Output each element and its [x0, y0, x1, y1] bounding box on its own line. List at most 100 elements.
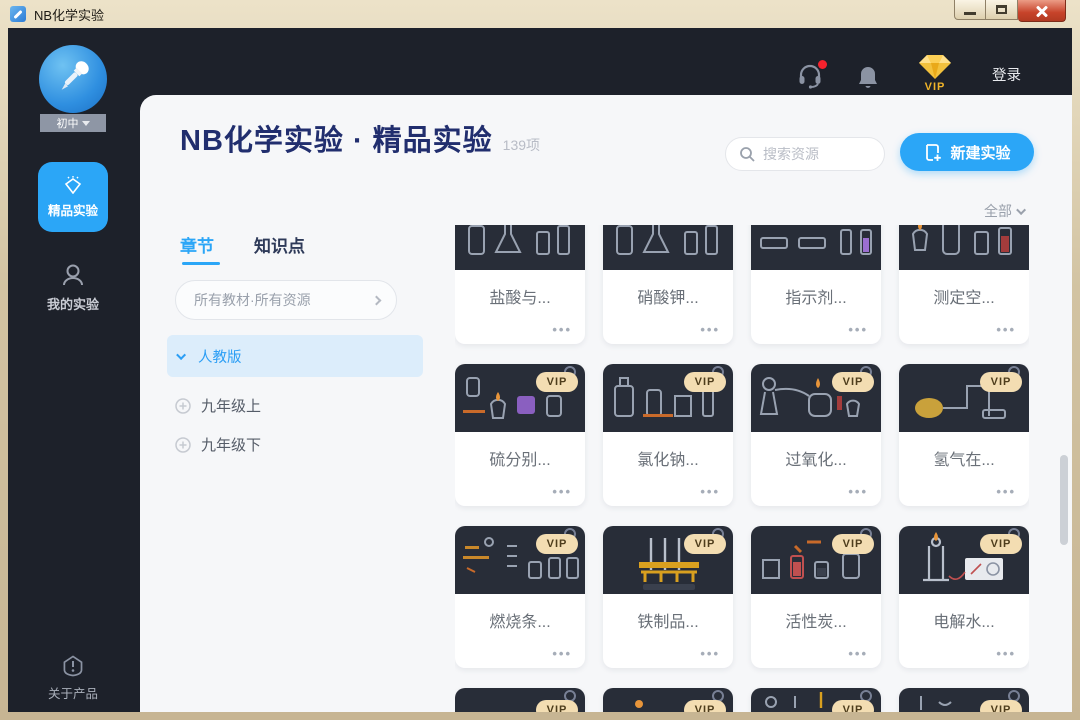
textbook-selector[interactable]: 所有教材·所有资源 — [175, 280, 397, 320]
avatar[interactable] — [39, 45, 107, 113]
circle-plus-icon — [175, 437, 191, 453]
scrollbar-thumb[interactable] — [1060, 455, 1068, 545]
new-experiment-button[interactable]: 新建实验 — [900, 133, 1034, 171]
experiment-card[interactable]: VIP 测定空... ••• — [899, 225, 1029, 344]
support-headset-button[interactable] — [796, 62, 826, 92]
experiment-thumbnail: VIP — [751, 526, 881, 594]
circle-plus-icon — [175, 398, 191, 414]
vip-badge: VIP — [536, 700, 578, 712]
chevron-down-icon — [1016, 205, 1026, 215]
experiment-card[interactable]: VIP 铁制品... ••• — [603, 526, 733, 668]
vip-badge: VIP — [536, 534, 578, 554]
experiment-title: 铁制品... — [603, 594, 733, 632]
more-button[interactable]: ••• — [552, 484, 572, 499]
close-button[interactable] — [1018, 0, 1066, 22]
tree-node-label: 九年级下 — [201, 434, 261, 455]
experiment-thumbnail: VIP — [603, 526, 733, 594]
experiment-card[interactable]: VIP 电解水... ••• — [899, 526, 1029, 668]
tree-node-pep-edition[interactable]: 人教版 — [167, 335, 423, 377]
more-button[interactable]: ••• — [848, 322, 868, 337]
experiment-card[interactable]: VIP 硫分别... ••• — [455, 364, 585, 506]
experiment-card-partial[interactable]: VIP — [899, 688, 1029, 712]
more-button[interactable]: ••• — [996, 322, 1016, 337]
titlebar: NB化学实验 — [0, 0, 1080, 28]
experiment-card-partial[interactable]: VIP — [603, 688, 733, 712]
equipment-illustration — [603, 225, 733, 270]
maximize-button[interactable] — [986, 0, 1018, 20]
experiment-title: 燃烧条... — [455, 594, 585, 632]
experiment-title: 氢气在... — [899, 432, 1029, 470]
tree-node-grade9-second[interactable]: 九年级下 — [175, 434, 261, 455]
experiment-thumbnail: VIP — [899, 526, 1029, 594]
vip-diamond-icon — [917, 54, 953, 80]
more-button[interactable]: ••• — [700, 646, 720, 661]
experiment-card[interactable]: VIP 氢气在... ••• — [899, 364, 1029, 506]
experiment-card[interactable]: VIP 燃烧条... ••• — [455, 526, 585, 668]
notifications-button[interactable] — [856, 65, 880, 91]
new-experiment-icon — [923, 143, 942, 162]
more-button[interactable]: ••• — [700, 322, 720, 337]
experiment-thumbnail: VIP — [603, 225, 733, 270]
sidebar-item-about-product[interactable]: 关于产品 — [38, 654, 108, 702]
experiment-thumbnail: VIP — [455, 526, 585, 594]
tree-node-label: 九年级上 — [201, 395, 261, 416]
card-body: 活性炭... ••• — [751, 594, 881, 668]
experiment-thumbnail: VIP — [455, 688, 585, 712]
card-body: 盐酸与... ••• — [455, 270, 585, 344]
more-button[interactable]: ••• — [848, 484, 868, 499]
experiment-card[interactable]: VIP 指示剂... ••• — [751, 225, 881, 344]
gem-icon — [62, 176, 84, 194]
tab-knowledge-points[interactable]: 知识点 — [254, 232, 305, 257]
card-body: 硝酸钾... ••• — [603, 270, 733, 344]
notification-dot — [818, 60, 827, 69]
card-body: 过氧化... ••• — [751, 432, 881, 506]
experiment-card-partial[interactable]: VIP — [751, 688, 881, 712]
experiment-card[interactable]: VIP 硝酸钾... ••• — [603, 225, 733, 344]
equipment-illustration — [899, 225, 1029, 270]
dropper-icon — [53, 57, 93, 97]
minimize-button[interactable] — [954, 0, 986, 20]
vip-label: VIP — [909, 81, 961, 93]
experiment-title: 硫分别... — [455, 432, 585, 470]
grade-badge-label: 初中 — [57, 115, 79, 131]
experiment-thumbnail — [455, 225, 585, 270]
experiment-title: 硝酸钾... — [603, 270, 733, 308]
vip-badge: VIP — [832, 700, 874, 712]
experiment-thumbnail: VIP — [899, 688, 1029, 712]
sidebar-item-premium-experiments[interactable]: 精品实验 — [38, 162, 108, 232]
tree-node-grade9-first[interactable]: 九年级上 — [175, 395, 261, 416]
grade-badge[interactable]: 初中 — [40, 114, 106, 132]
experiment-card[interactable]: VIP 活性炭... ••• — [751, 526, 881, 668]
experiment-card[interactable]: VIP 过氧化... ••• — [751, 364, 881, 506]
sidebar-item-my-experiments[interactable]: 我的实验 — [38, 262, 108, 313]
card-body: 指示剂... ••• — [751, 270, 881, 344]
login-button[interactable]: 登录 — [992, 64, 1021, 85]
search-input[interactable] — [763, 146, 863, 162]
chevron-down-icon — [176, 350, 186, 360]
maximize-icon — [996, 5, 1007, 14]
tab-chapters[interactable]: 章节 — [180, 232, 214, 257]
experiment-card[interactable]: VIP 氯化钠... ••• — [603, 364, 733, 506]
more-button[interactable]: ••• — [552, 646, 572, 661]
sort-dropdown[interactable]: 全部 — [984, 201, 1026, 221]
sidebar-item-label: 我的实验 — [38, 294, 108, 313]
experiment-title: 测定空... — [899, 270, 1029, 308]
more-button[interactable]: ••• — [848, 646, 868, 661]
item-count: 139项 — [503, 137, 540, 153]
bell-icon — [856, 65, 880, 91]
vip-button[interactable]: VIP — [909, 54, 961, 93]
more-button[interactable]: ••• — [552, 322, 572, 337]
window-frame: NB化学实验 初中 — [0, 0, 1080, 720]
experiment-title: 活性炭... — [751, 594, 881, 632]
search-icon — [739, 146, 755, 162]
more-button[interactable]: ••• — [700, 484, 720, 499]
minimize-icon — [964, 12, 976, 15]
app-icon — [10, 6, 26, 22]
experiment-card-partial[interactable]: VIP — [455, 688, 585, 712]
person-icon — [60, 262, 86, 288]
experiment-card[interactable]: 盐酸与... ••• — [455, 225, 585, 344]
page-title-text: NB化学实验 · 精品实验 — [180, 125, 493, 157]
more-button[interactable]: ••• — [996, 646, 1016, 661]
sidebar-item-label: 精品实验 — [48, 200, 98, 219]
more-button[interactable]: ••• — [996, 484, 1016, 499]
